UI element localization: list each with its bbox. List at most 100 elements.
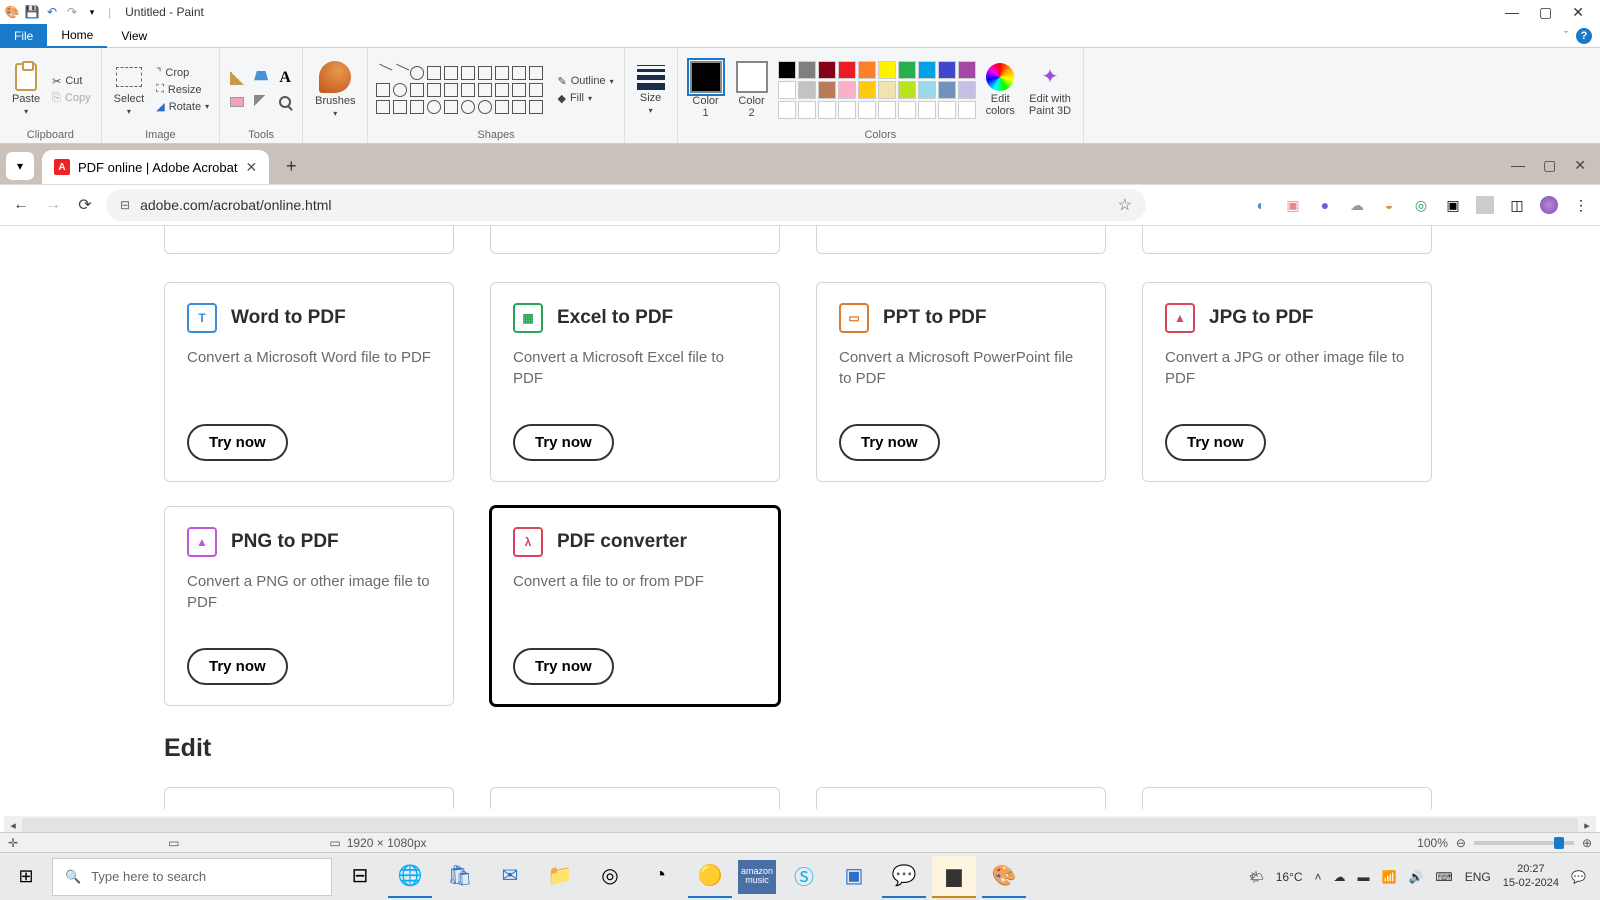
taskbar-copilot-icon[interactable]: ◔	[638, 856, 682, 898]
size-button[interactable]: Size ▾	[633, 63, 669, 117]
color-swatch[interactable]	[918, 101, 936, 119]
task-view-icon[interactable]: ⊟	[338, 856, 382, 898]
browser-tab[interactable]: A PDF online | Adobe Acrobat ✕	[42, 150, 269, 184]
color-swatch[interactable]	[778, 81, 796, 99]
redo-icon[interactable]: ↷	[64, 4, 80, 20]
color-swatch[interactable]	[858, 81, 876, 99]
try-now-button[interactable]: Try now	[187, 424, 288, 461]
color-swatch[interactable]	[778, 101, 796, 119]
browser-maximize-icon[interactable]: ▢	[1543, 157, 1556, 174]
tab-file[interactable]: File	[0, 24, 47, 48]
weather-icon[interactable]: 🌤	[1248, 870, 1263, 884]
color-swatch[interactable]	[798, 101, 816, 119]
color-swatch[interactable]	[818, 101, 836, 119]
color-swatch[interactable]	[958, 101, 976, 119]
taskbar-paint-icon[interactable]: 🎨	[982, 856, 1026, 898]
tab-home[interactable]: Home	[47, 24, 107, 48]
color-swatch[interactable]	[858, 61, 876, 79]
copy-button[interactable]: ⎘Copy	[50, 91, 93, 106]
try-now-button[interactable]: Try now	[839, 424, 940, 461]
taskbar-app-icon[interactable]: ▣	[832, 856, 876, 898]
ext-icon-5[interactable]: ◒	[1380, 196, 1398, 214]
color-swatch[interactable]	[798, 61, 816, 79]
color-swatch[interactable]	[778, 61, 796, 79]
color-swatch[interactable]	[898, 81, 916, 99]
taskbar-store-icon[interactable]: 🛍	[438, 856, 482, 898]
site-info-icon[interactable]: ⊟	[120, 198, 130, 212]
color-swatch[interactable]	[938, 81, 956, 99]
taskbar-outlook-icon[interactable]: ✉	[488, 856, 532, 898]
tray-chevron-icon[interactable]: ˄	[1315, 870, 1322, 884]
back-button[interactable]: ←	[10, 194, 32, 216]
tray-datetime[interactable]: 20:27 15-02-2024	[1503, 863, 1559, 889]
color-swatch[interactable]	[898, 61, 916, 79]
color-swatch[interactable]	[818, 81, 836, 99]
tool-card[interactable]: ▲ JPG to PDF Convert a JPG or other imag…	[1142, 282, 1432, 482]
taskbar-explorer-icon[interactable]: 📁	[538, 856, 582, 898]
browser-close-icon[interactable]: ✕	[1574, 157, 1586, 174]
reload-button[interactable]: ⟳	[74, 194, 96, 216]
save-icon[interactable]: 💾	[24, 4, 40, 20]
color-swatch[interactable]	[918, 81, 936, 99]
taskbar-sticky-notes-icon[interactable]: ▆	[932, 856, 976, 898]
color-swatch[interactable]	[878, 101, 896, 119]
zoom-out-icon[interactable]: ⊖	[1456, 836, 1466, 850]
taskbar-skype-icon[interactable]: Ⓢ	[782, 856, 826, 898]
help-icon[interactable]: ?	[1576, 28, 1592, 44]
color-swatch[interactable]	[858, 101, 876, 119]
close-tab-icon[interactable]: ✕	[245, 159, 257, 176]
bucket-icon[interactable]	[254, 71, 268, 85]
edit-colors-button[interactable]: Edit colors	[982, 61, 1019, 119]
paste-button[interactable]: Paste ▾	[8, 61, 44, 118]
ext-icon-2[interactable]: ▣	[1284, 196, 1302, 214]
color-swatch[interactable]	[818, 61, 836, 79]
browser-minimize-icon[interactable]: —	[1511, 157, 1525, 174]
tray-notifications-icon[interactable]: 💬	[1571, 870, 1586, 884]
color-swatch[interactable]	[918, 61, 936, 79]
cut-button[interactable]: ✂Cut	[50, 74, 93, 89]
color-palette[interactable]	[778, 61, 976, 119]
tray-lang[interactable]: ENG	[1465, 870, 1491, 884]
zoom-in-icon[interactable]: ⊕	[1582, 836, 1592, 850]
ribbon-collapse-icon[interactable]: ˇ	[1564, 30, 1568, 42]
tray-onedrive-icon[interactable]: ☁	[1334, 870, 1346, 884]
tab-view[interactable]: View	[107, 24, 161, 48]
color2-button[interactable]: Color 2	[732, 59, 772, 121]
forward-button[interactable]: →	[42, 194, 64, 216]
try-now-button[interactable]: Try now	[513, 424, 614, 461]
zoom-slider[interactable]	[1474, 841, 1574, 845]
close-icon[interactable]: ✕	[1572, 4, 1584, 21]
taskbar-chrome-icon[interactable]: 🟡	[688, 856, 732, 898]
address-bar[interactable]: ⊟ adobe.com/acrobat/online.html ☆	[106, 189, 1146, 221]
brushes-button[interactable]: Brushes ▾	[311, 59, 359, 120]
color-swatch[interactable]	[958, 61, 976, 79]
paint3d-button[interactable]: ✦ Edit with Paint 3D	[1025, 61, 1075, 119]
qat-dropdown-icon[interactable]: ▾	[84, 4, 100, 20]
bookmark-icon[interactable]: ☆	[1118, 195, 1132, 215]
tool-card[interactable]: ▲ PNG to PDF Convert a PNG or other imag…	[164, 506, 454, 706]
ext-icon-6[interactable]: ◎	[1412, 196, 1430, 214]
taskbar-search[interactable]: 🔍 Type here to search	[52, 858, 332, 896]
eraser-icon[interactable]	[230, 97, 244, 107]
color-swatch[interactable]	[878, 81, 896, 99]
tool-card[interactable]: T Word to PDF Convert a Microsoft Word f…	[164, 282, 454, 482]
tray-volume-icon[interactable]: 🔊	[1408, 870, 1423, 884]
ext-icon-3[interactable]: ●	[1316, 196, 1334, 214]
tray-wifi-icon[interactable]: 📶	[1382, 870, 1397, 884]
shapes-gallery[interactable]	[376, 66, 543, 114]
extensions-button[interactable]: ▣	[1444, 196, 1462, 214]
tab-list-button[interactable]: ▾	[6, 152, 34, 180]
taskbar-amazon-music-icon[interactable]: amazonmusic	[738, 860, 776, 894]
tool-card[interactable]: ▦ Excel to PDF Convert a Microsoft Excel…	[490, 282, 780, 482]
rotate-button[interactable]: ◢Rotate ▾	[154, 99, 211, 114]
ext-icon-1[interactable]: ◐	[1252, 196, 1270, 214]
color1-button[interactable]: Color 1	[686, 59, 726, 121]
crop-button[interactable]: ⌝Crop	[154, 65, 211, 80]
taskbar-whatsapp-icon[interactable]: 💬	[882, 856, 926, 898]
undo-icon[interactable]: ↶	[44, 4, 60, 20]
color-swatch[interactable]	[798, 81, 816, 99]
taskbar-dell-icon[interactable]: ◎	[588, 856, 632, 898]
text-icon[interactable]: A	[279, 69, 291, 87]
shape-outline-button[interactable]: ✎Outline ▾	[555, 74, 615, 89]
try-now-button[interactable]: Try now	[1165, 424, 1266, 461]
